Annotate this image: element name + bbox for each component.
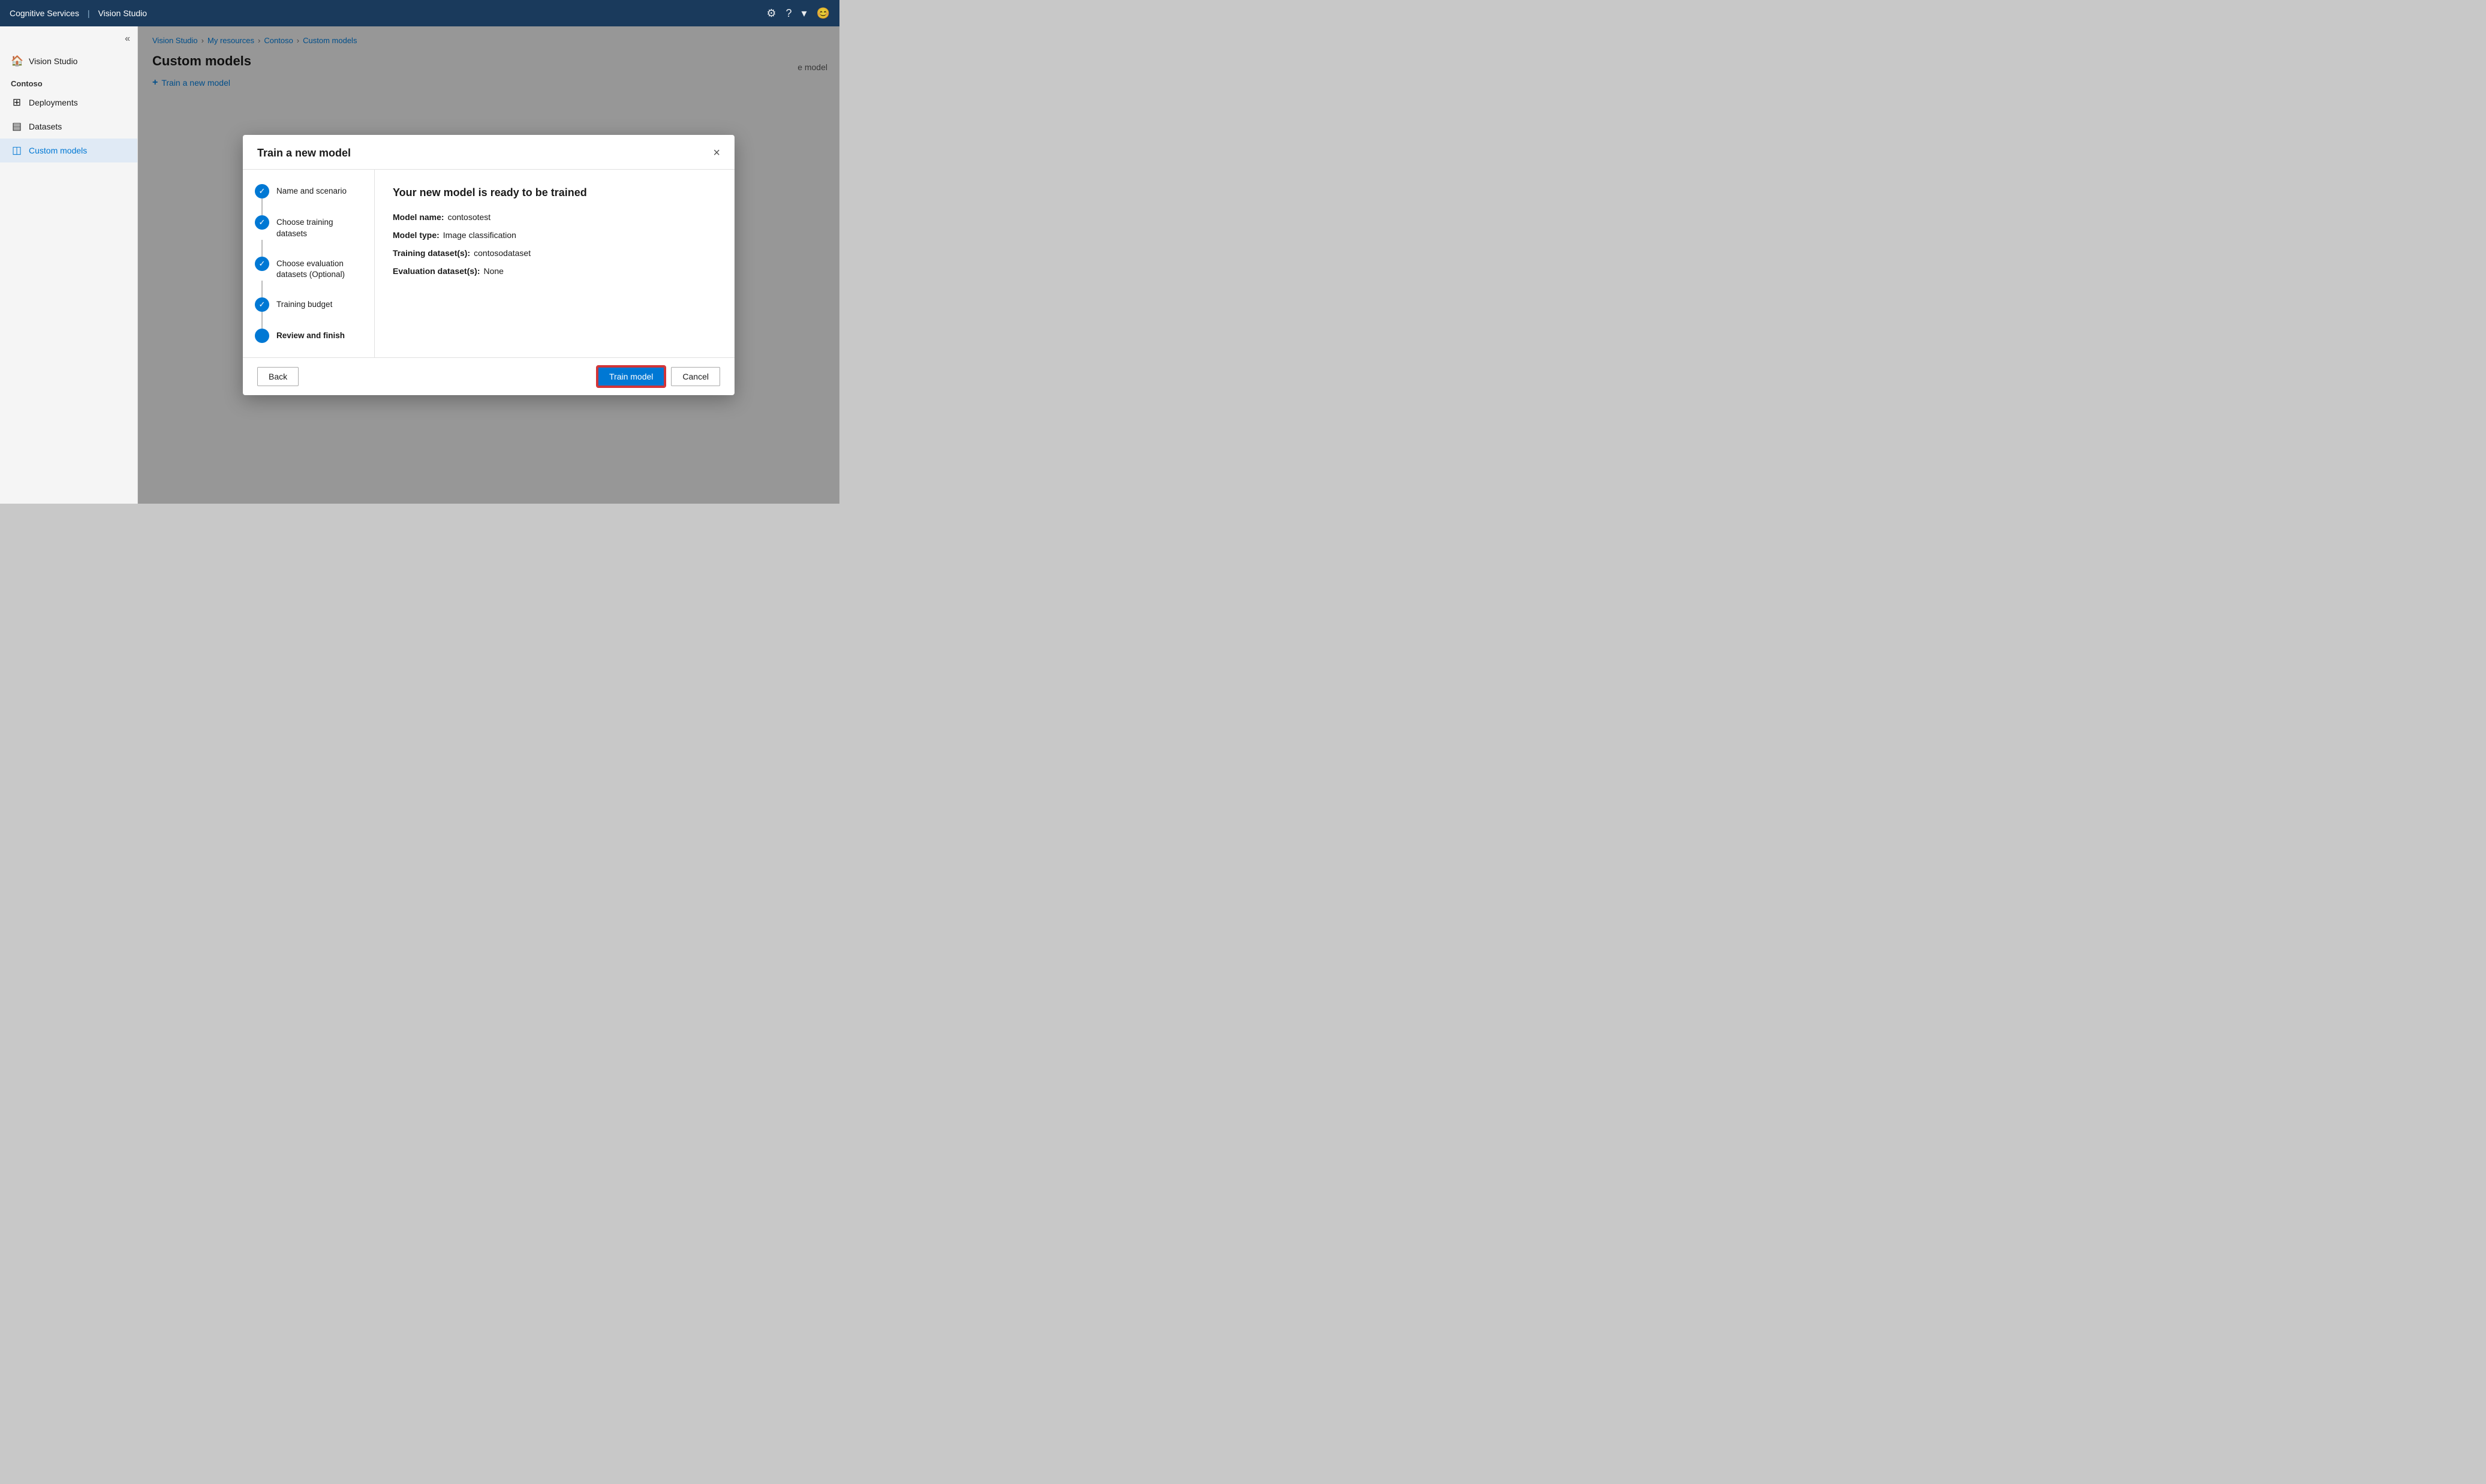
settings-icon[interactable]: ⚙ [766, 7, 776, 20]
review-row-model-name: Model name: contosotest [393, 212, 717, 222]
sidebar-custom-models-label: Custom models [29, 146, 87, 155]
evaluation-dataset-label: Evaluation dataset(s): [393, 266, 480, 276]
account-icon[interactable]: 😊 [817, 7, 830, 20]
topbar-divider: | [88, 8, 90, 18]
modal-body: ✓ Name and scenario ✓ Choose training da… [243, 170, 735, 358]
step-circle-4: ✓ [255, 297, 269, 312]
topbar-right: ⚙ ? ▾ 😊 [766, 7, 830, 20]
sidebar-home-label: Vision Studio [29, 56, 77, 66]
review-row-training-dataset: Training dataset(s): contosodataset [393, 248, 717, 258]
step-label-2: Choose training datasets [276, 215, 362, 240]
step-label-3: Choose evaluation datasets (Optional) [276, 257, 362, 281]
main-content: Vision Studio › My resources › Contoso ›… [138, 26, 839, 504]
step-connector-2 [261, 240, 263, 257]
step-label-4: Training budget [276, 297, 332, 311]
sidebar-item-deployments[interactable]: ⊞ Deployments [0, 91, 137, 115]
step-connector-4 [261, 312, 263, 329]
step-connector-1 [261, 198, 263, 215]
review-row-evaluation-dataset: Evaluation dataset(s): None [393, 266, 717, 276]
evaluation-dataset-value: None [483, 266, 503, 276]
training-dataset-value: contosodataset [474, 248, 531, 258]
modal-footer: Back Train model Cancel [243, 357, 735, 395]
model-name-label: Model name: [393, 212, 444, 222]
step-training-budget: ✓ Training budget [255, 297, 362, 312]
footer-left: Back [257, 367, 299, 386]
sidebar-collapse-button[interactable]: « [125, 34, 130, 44]
sidebar-item-datasets[interactable]: ▤ Datasets [0, 115, 137, 139]
model-type-value: Image classification [443, 230, 516, 240]
step-training-datasets: ✓ Choose training datasets [255, 215, 362, 240]
step-review-finish: Review and finish [255, 329, 362, 343]
cancel-button[interactable]: Cancel [671, 367, 720, 386]
review-row-model-type: Model type: Image classification [393, 230, 717, 240]
app-sub-name: Vision Studio [98, 8, 147, 18]
home-icon: 🏠 [11, 55, 23, 67]
layout: « 🏠 Vision Studio Contoso ⊞ Deployments … [0, 26, 839, 504]
steps-panel: ✓ Name and scenario ✓ Choose training da… [243, 170, 375, 358]
step-label-1: Name and scenario [276, 184, 347, 197]
topbar: Cognitive Services | Vision Studio ⚙ ? ▾… [0, 0, 839, 26]
sidebar-item-home[interactable]: 🏠 Vision Studio [0, 49, 137, 73]
datasets-icon: ▤ [11, 121, 23, 133]
step-evaluation-datasets: ✓ Choose evaluation datasets (Optional) [255, 257, 362, 281]
custom-models-icon: ◫ [11, 145, 23, 156]
sidebar: « 🏠 Vision Studio Contoso ⊞ Deployments … [0, 26, 138, 504]
step-circle-1: ✓ [255, 184, 269, 198]
modal-title: Train a new model [257, 147, 351, 159]
footer-right: Train model Cancel [597, 366, 720, 387]
chevron-icon[interactable]: ▾ [802, 7, 807, 20]
model-name-value: contosotest [448, 212, 491, 222]
model-type-label: Model type: [393, 230, 440, 240]
train-model-modal: Train a new model × ✓ Name and scenario [243, 135, 735, 396]
topbar-left: Cognitive Services | Vision Studio [10, 8, 147, 18]
sidebar-collapse-row: « [0, 34, 137, 49]
training-dataset-label: Training dataset(s): [393, 248, 470, 258]
sidebar-datasets-label: Datasets [29, 122, 62, 131]
train-model-button[interactable]: Train model [597, 366, 665, 387]
step-circle-3: ✓ [255, 257, 269, 271]
modal-close-button[interactable]: × [713, 147, 720, 159]
sidebar-item-custom-models[interactable]: ◫ Custom models [0, 139, 137, 162]
review-heading: Your new model is ready to be trained [393, 186, 717, 199]
step-name-scenario: ✓ Name and scenario [255, 184, 362, 198]
sidebar-section-label: Contoso [0, 73, 137, 91]
modal-overlay: Train a new model × ✓ Name and scenario [138, 26, 839, 504]
step-circle-5 [255, 329, 269, 343]
help-icon[interactable]: ? [786, 7, 792, 20]
sidebar-deployments-label: Deployments [29, 98, 78, 107]
step-connector-3 [261, 281, 263, 297]
step-label-5: Review and finish [276, 329, 345, 342]
app-name: Cognitive Services [10, 8, 79, 18]
deployments-icon: ⊞ [11, 97, 23, 109]
step-circle-2: ✓ [255, 215, 269, 230]
review-panel: Your new model is ready to be trained Mo… [375, 170, 735, 358]
modal-header: Train a new model × [243, 135, 735, 170]
back-button[interactable]: Back [257, 367, 299, 386]
